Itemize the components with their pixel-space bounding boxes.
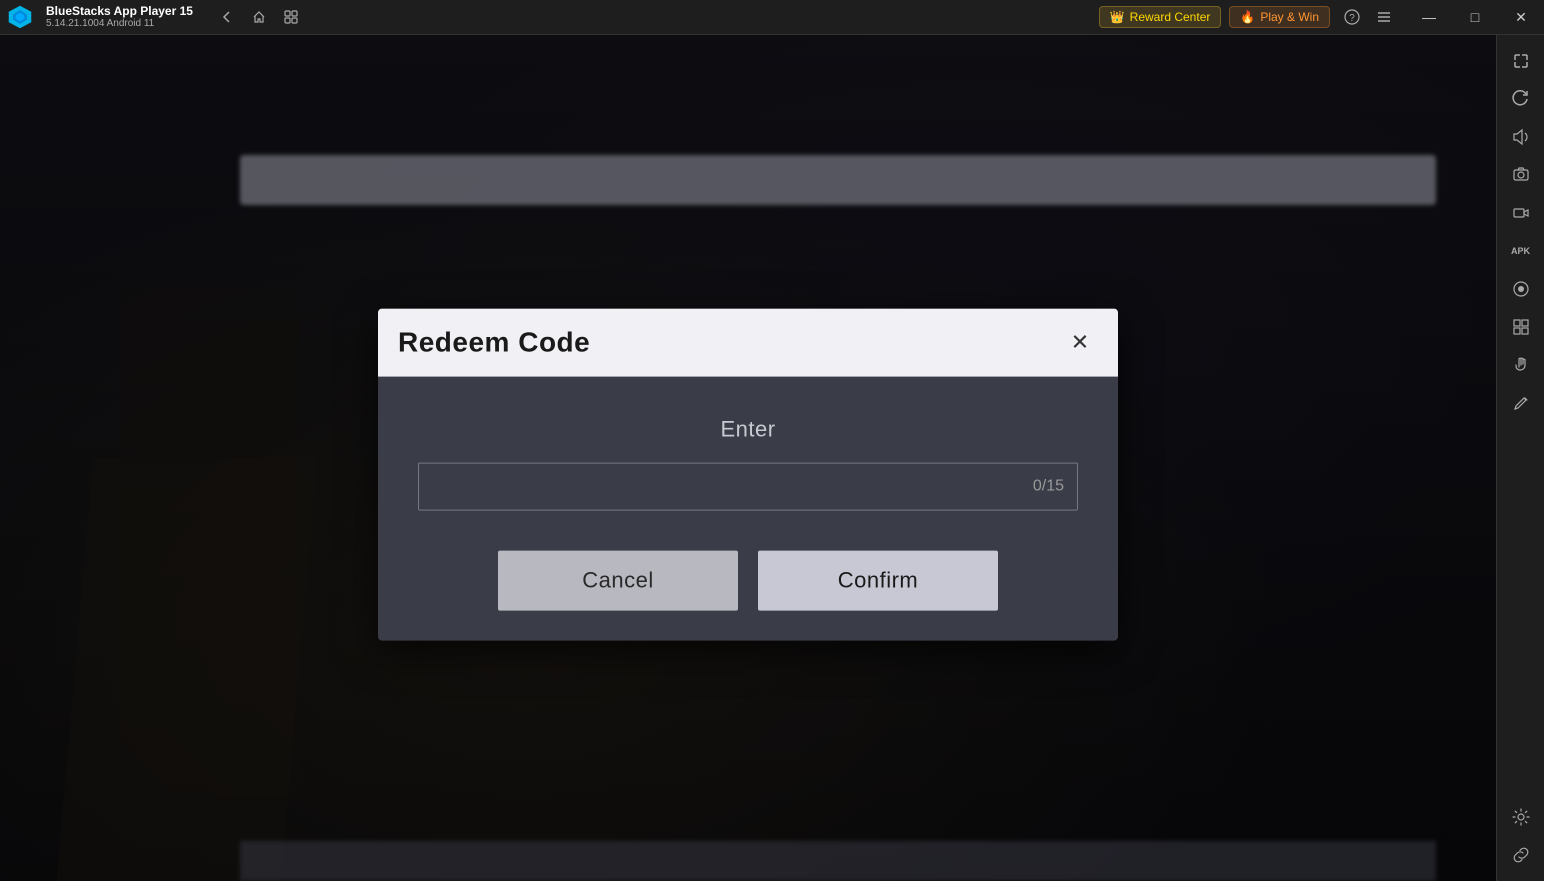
expand-icon[interactable] <box>1503 43 1539 79</box>
window-controls: — □ ✕ <box>1406 0 1544 35</box>
cancel-button[interactable]: Cancel <box>498 551 738 611</box>
modal-title: Redeem Code <box>398 327 590 359</box>
app-name: BlueStacks App Player 15 <box>46 4 193 18</box>
titlebar: BlueStacks App Player 15 5.14.21.1004 An… <box>0 0 1544 35</box>
apk-icon[interactable]: APK <box>1503 233 1539 269</box>
modal-header: Redeem Code ✕ <box>378 309 1118 377</box>
close-button[interactable]: ✕ <box>1498 0 1544 35</box>
modal-close-button[interactable]: ✕ <box>1062 325 1098 361</box>
settings-icon[interactable] <box>1503 799 1539 835</box>
volume-icon[interactable] <box>1503 119 1539 155</box>
maximize-button[interactable]: □ <box>1452 0 1498 35</box>
crown-icon: 👑 <box>1110 10 1125 24</box>
apps-button[interactable] <box>277 3 305 31</box>
edit-icon[interactable] <box>1503 385 1539 421</box>
minimize-button[interactable]: — <box>1406 0 1452 35</box>
gesture-icon[interactable] <box>1503 347 1539 383</box>
modal-overlay[interactable]: Redeem Code ✕ Enter 0/15 Cancel Confirm <box>0 35 1496 881</box>
reward-center-label: Reward Center <box>1130 10 1211 24</box>
record-icon[interactable] <box>1503 271 1539 307</box>
rotate-icon[interactable] <box>1503 81 1539 117</box>
app-version: 5.14.21.1004 Android 11 <box>46 18 193 30</box>
main-content: Redeem Code ✕ Enter 0/15 Cancel Confirm <box>0 35 1496 881</box>
confirm-button[interactable]: Confirm <box>758 551 998 611</box>
bluestacks-logo <box>5 2 35 32</box>
back-button[interactable] <box>213 3 241 31</box>
help-button[interactable]: ? <box>1338 3 1366 31</box>
close-icon: ✕ <box>1071 330 1089 356</box>
menu-button[interactable] <box>1370 3 1398 31</box>
camera-record-icon[interactable] <box>1503 195 1539 231</box>
play-win-button[interactable]: 🔥 Play & Win <box>1229 6 1330 28</box>
code-input[interactable] <box>418 463 1078 511</box>
modal-body-label: Enter <box>720 417 775 443</box>
redeem-code-modal: Redeem Code ✕ Enter 0/15 Cancel Confirm <box>378 309 1118 641</box>
fire-icon: 🔥 <box>1240 10 1255 24</box>
modal-footer: Cancel Confirm <box>378 541 1118 641</box>
link-icon[interactable] <box>1503 837 1539 873</box>
reward-center-button[interactable]: 👑 Reward Center <box>1099 6 1222 28</box>
right-sidebar: APK <box>1496 35 1544 881</box>
modal-body: Enter 0/15 <box>378 377 1118 541</box>
home-button[interactable] <box>245 3 273 31</box>
resize-icon[interactable] <box>1503 309 1539 345</box>
play-win-label: Play & Win <box>1260 10 1319 24</box>
svg-text:?: ? <box>1349 13 1355 24</box>
screenshot-icon[interactable] <box>1503 157 1539 193</box>
code-input-container: 0/15 <box>418 463 1078 511</box>
